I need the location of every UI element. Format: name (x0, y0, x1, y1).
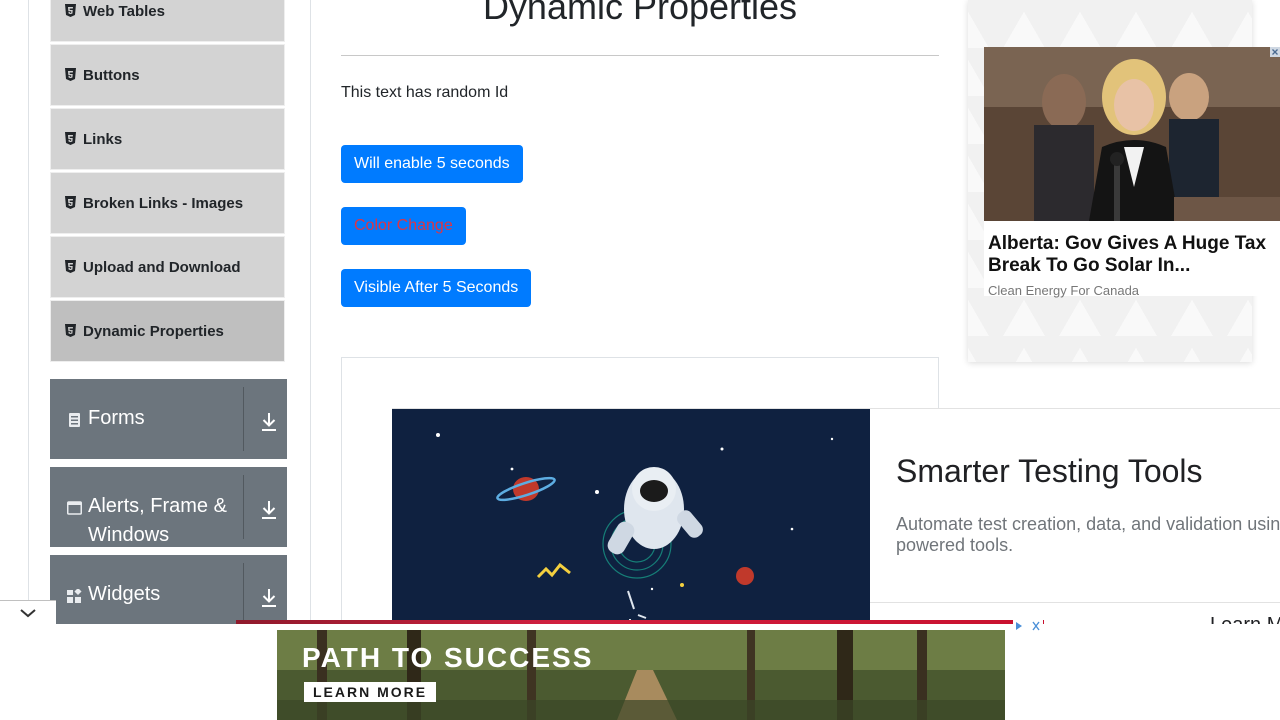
ad-source: Clean Energy For Canada (988, 283, 1140, 298)
ad-body: Automate test creation, data, and valida… (896, 514, 1280, 555)
sidebar-right-border (310, 0, 311, 620)
divider (341, 55, 939, 56)
sidebar-item-web-tables[interactable]: Web Tables (50, 0, 285, 42)
collapse-ad-button[interactable] (0, 600, 56, 627)
sidebar-item-links[interactable]: Links (50, 108, 285, 170)
sidebar-item-buttons[interactable]: Buttons (50, 44, 285, 106)
html5-icon (65, 3, 76, 17)
enable-after-button[interactable]: Will enable 5 seconds (341, 145, 523, 183)
sidebar-item-label: Dynamic Properties (83, 322, 224, 340)
divider (870, 602, 1280, 603)
html5-icon (65, 323, 76, 337)
download-arrow-icon[interactable] (260, 412, 278, 432)
banner-cta-button[interactable]: LEARN MORE (304, 682, 437, 702)
visible-after-button[interactable]: Visible After 5 Seconds (341, 269, 532, 307)
ad-photo-illustration (984, 47, 1280, 221)
ad-panel-middle[interactable]: Smarter Testing Tools Automate test crea… (392, 408, 1280, 636)
divider (243, 563, 244, 627)
divider (243, 387, 244, 451)
sidebar-item-label: Upload and Download (83, 258, 241, 276)
form-icon (69, 413, 80, 427)
astronaut-illustration (392, 409, 870, 624)
sidebar-item-upload-download[interactable]: Upload and Download (50, 236, 285, 298)
download-arrow-icon[interactable] (260, 588, 278, 608)
html5-icon (65, 259, 76, 273)
ad-illustration[interactable] (392, 409, 870, 624)
sidebar-item-label: Buttons (83, 66, 140, 84)
html5-icon (65, 195, 76, 209)
bottom-banner-ad[interactable]: PATH TO SUCCESS LEARN MORE (277, 630, 1005, 720)
sidebar-item-label: Broken Links - Images (83, 194, 244, 212)
ad-photo[interactable] (984, 47, 1280, 221)
ad-close-icon[interactable] (1270, 47, 1280, 57)
html5-icon (65, 131, 76, 145)
sidebar-group-label: Widgets (88, 583, 161, 605)
chevron-down-icon (20, 609, 36, 618)
ad-card-right[interactable]: Alberta: Gov Gives A Huge Tax Break To G… (984, 47, 1280, 298)
sidebar-group-forms[interactable]: Forms (50, 379, 287, 459)
color-change-button[interactable]: Color Change (341, 207, 466, 245)
sidebar-item-broken-links[interactable]: Broken Links - Images (50, 172, 285, 234)
random-id-text: This text has random Id (341, 84, 509, 101)
divider (243, 475, 244, 539)
banner-title: PATH TO SUCCESS (302, 642, 594, 673)
sidebar-group-alerts[interactable]: Alerts, Frame & Windows (50, 467, 287, 547)
sidebar-item-label: Links (83, 130, 123, 148)
sidebar-item-dynamic-properties[interactable]: Dynamic Properties (50, 300, 285, 362)
ad-title[interactable]: Smarter Testing Tools (896, 453, 1203, 490)
download-arrow-icon[interactable] (260, 500, 278, 520)
sidebar-left-border (28, 0, 29, 620)
sidebar-group-label: Alerts, Frame & Windows (88, 495, 227, 546)
html5-icon (65, 67, 76, 81)
page-title: Dynamic Properties (482, 0, 798, 27)
ad-headline[interactable]: Alberta: Gov Gives A Huge Tax Break To G… (988, 233, 1276, 277)
adchoices-icon[interactable] (1013, 620, 1043, 632)
sidebar-item-label: Web Tables (83, 2, 165, 20)
widgets-icon (67, 589, 82, 603)
window-icon (67, 501, 82, 515)
sidebar-group-label: Forms (88, 407, 145, 429)
